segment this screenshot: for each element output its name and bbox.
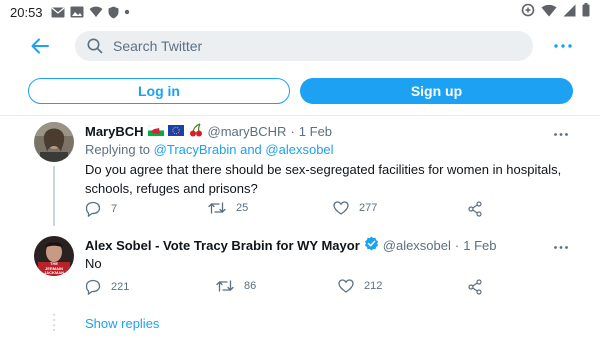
thread-continuation-dots bbox=[53, 314, 55, 334]
more-options-button[interactable] bbox=[552, 36, 574, 56]
share-button[interactable] bbox=[468, 279, 482, 295]
separator-dot: · bbox=[454, 237, 460, 253]
tweet-more-button[interactable] bbox=[550, 240, 572, 254]
search-icon bbox=[87, 38, 103, 54]
tweet-header: Alex Sobel - Vote Tracy Brabin for WY Ma… bbox=[85, 236, 496, 254]
tweet-date[interactable]: 1 Feb bbox=[463, 238, 496, 253]
replying-and[interactable]: and bbox=[240, 142, 262, 157]
data-saver-icon bbox=[521, 3, 535, 20]
battery-icon bbox=[582, 3, 590, 20]
top-header bbox=[0, 24, 600, 68]
status-right-icons bbox=[521, 3, 590, 20]
notification-dot-icon bbox=[124, 9, 130, 15]
mail-icon bbox=[51, 7, 65, 18]
tweet-alexsobel[interactable]: THE JERMAIN JACKMAN Alex Sobel - Vote Tr… bbox=[0, 226, 600, 338]
mention-link[interactable]: @alexsobel bbox=[265, 142, 333, 157]
retweet-count: 86 bbox=[244, 280, 257, 292]
replying-to: Replying to @TracyBrabin and @alexsobel bbox=[85, 142, 334, 157]
wales-flag-icon bbox=[147, 124, 164, 139]
like-button[interactable]: 277 bbox=[333, 201, 377, 215]
reply-button[interactable]: 221 bbox=[85, 279, 129, 295]
wifi-alert-icon bbox=[89, 6, 103, 18]
reply-count: 221 bbox=[111, 281, 130, 293]
verified-badge-icon bbox=[364, 236, 379, 254]
tweet-actions: 7 25 277 bbox=[85, 201, 485, 221]
retweet-icon bbox=[216, 280, 234, 292]
status-bar: 20:53 bbox=[0, 0, 600, 24]
search-input[interactable] bbox=[113, 38, 493, 54]
like-button[interactable]: 212 bbox=[338, 279, 382, 293]
retweet-button[interactable]: 25 bbox=[208, 201, 248, 215]
reply-icon bbox=[85, 201, 101, 217]
login-button[interactable]: Log in bbox=[28, 78, 290, 104]
tweet-text: No bbox=[85, 256, 102, 271]
image-icon bbox=[70, 6, 84, 18]
status-time: 20:53 bbox=[10, 4, 43, 20]
more-horizontal-icon bbox=[554, 132, 568, 136]
retweet-icon bbox=[208, 202, 226, 214]
show-replies-link[interactable]: Show replies bbox=[85, 316, 159, 331]
wifi-icon bbox=[541, 4, 557, 20]
tweet-actions: 221 86 212 bbox=[85, 279, 485, 299]
eu-flag-icon bbox=[167, 124, 184, 139]
avatar[interactable] bbox=[34, 122, 74, 162]
thread-line bbox=[53, 166, 55, 226]
shield-icon bbox=[108, 6, 119, 19]
reply-icon bbox=[85, 279, 101, 295]
tweet-more-button[interactable] bbox=[550, 127, 572, 141]
tweet-header: MaryBCH @maryBCHR · 1 Feb bbox=[85, 123, 332, 140]
reply-count: 7 bbox=[111, 203, 118, 215]
retweet-count: 25 bbox=[236, 202, 249, 214]
author-handle[interactable]: @alexsobel bbox=[383, 238, 451, 253]
search-bar[interactable] bbox=[75, 31, 533, 61]
author-name[interactable]: Alex Sobel - Vote Tracy Brabin for WY Ma… bbox=[85, 238, 360, 253]
auth-buttons: Log in Sign up bbox=[0, 78, 600, 104]
back-arrow-icon bbox=[31, 38, 49, 54]
mention-link[interactable]: @TracyBrabin bbox=[154, 142, 237, 157]
back-button[interactable] bbox=[28, 34, 52, 58]
more-horizontal-icon bbox=[554, 245, 568, 249]
cherries-icon bbox=[188, 123, 204, 140]
signal-icon bbox=[563, 4, 576, 20]
like-count: 212 bbox=[364, 280, 383, 292]
avatar-caption-line: JACKMAN bbox=[44, 270, 64, 275]
heart-icon bbox=[338, 279, 354, 293]
share-icon bbox=[468, 201, 482, 217]
tweet-text: Do you agree that there should be sex-se… bbox=[85, 162, 562, 196]
tweet-marybch[interactable]: MaryBCH @maryBCHR · 1 Feb Replying to @T… bbox=[0, 116, 600, 226]
more-horizontal-icon bbox=[554, 44, 572, 48]
retweet-button[interactable]: 86 bbox=[216, 279, 256, 293]
signup-button[interactable]: Sign up bbox=[300, 78, 573, 104]
author-name[interactable]: MaryBCH bbox=[85, 124, 144, 139]
replying-prefix: Replying to bbox=[85, 142, 151, 157]
reply-button[interactable]: 7 bbox=[85, 201, 117, 217]
heart-icon bbox=[333, 201, 349, 215]
like-count: 277 bbox=[359, 202, 378, 214]
tweet-date[interactable]: 1 Feb bbox=[299, 124, 332, 139]
separator-dot: · bbox=[290, 124, 295, 139]
avatar-caption: THE JERMAIN JACKMAN bbox=[34, 261, 74, 276]
share-icon bbox=[468, 279, 482, 295]
share-button[interactable] bbox=[468, 201, 482, 217]
author-handle[interactable]: @maryBCHR bbox=[208, 124, 287, 139]
